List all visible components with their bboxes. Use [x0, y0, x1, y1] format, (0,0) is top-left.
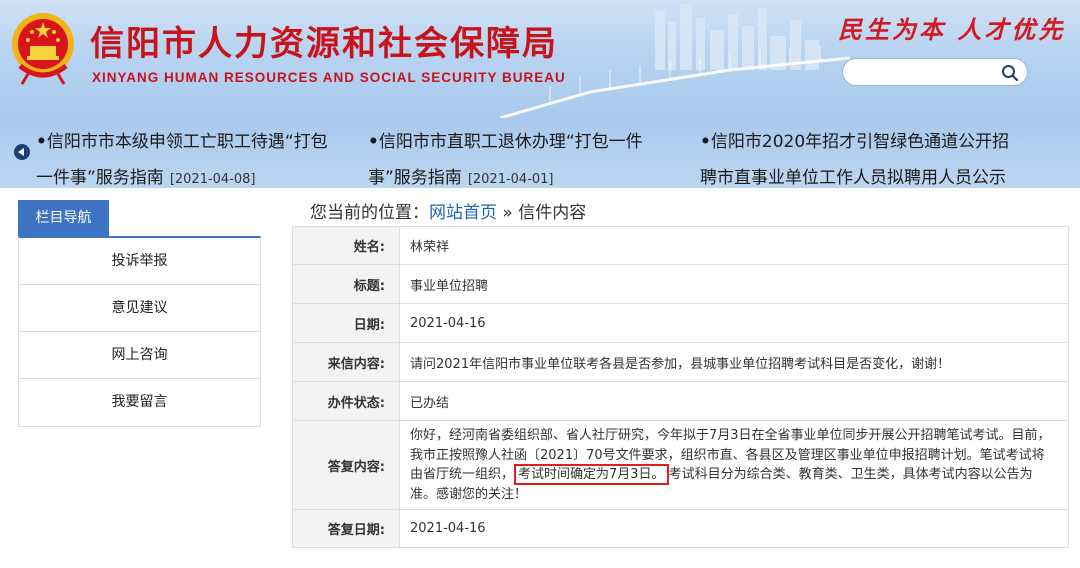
sidebar-item-online-consult[interactable]: 网上咨询	[19, 332, 260, 379]
ticker-prev-icon[interactable]	[14, 144, 30, 160]
news-title-cont: 聘市直事业单位工作人员拟聘用人员公示	[700, 168, 1006, 188]
date-value: 2021-04-16	[399, 303, 1069, 343]
breadcrumb-separator: »	[497, 203, 519, 223]
subject-value: 事业单位招聘	[399, 264, 1069, 304]
breadcrumb-prefix: 您当前的位置：	[310, 203, 429, 223]
site-title: 信阳市人力资源和社会保障局	[90, 24, 558, 64]
name-value: 林荣祥	[399, 226, 1069, 265]
news-title: 信阳市2020年招才引智绿色通道公开招	[710, 132, 1010, 152]
search-input[interactable]	[855, 63, 995, 81]
date-label: 日期:	[292, 303, 400, 343]
table-row: 办件状态: 已办结	[292, 381, 1069, 421]
name-label: 姓名:	[292, 226, 400, 265]
sidebar-nav: 栏目导航 投诉举报 意见建议 网上咨询 我要留言	[18, 200, 261, 427]
letter-detail-table: 姓名: 林荣祥 标题: 事业单位招聘 日期: 2021-04-16 来信内容: …	[292, 226, 1069, 548]
news-item[interactable]: •信阳市市本级申领工亡职工待遇“打包 一件事”服务指南 [2021-04-08]	[36, 124, 328, 198]
news-item[interactable]: •信阳市市直职工退休办理“打包一件 事”服务指南 [2021-04-01]	[368, 124, 643, 198]
subject-label: 标题:	[292, 264, 400, 304]
content-value: 请问2021年信阳市事业单位联考各县是否参加，县城事业单位招聘考试科目是否变化，…	[399, 342, 1069, 382]
news-item[interactable]: •信阳市2020年招才引智绿色通道公开招 聘市直事业单位工作人员拟聘用人员公示	[700, 124, 1009, 196]
status-label: 办件状态:	[292, 381, 400, 421]
table-row: 标题: 事业单位招聘	[292, 264, 1069, 304]
reply-value: 你好，经河南省委组织部、省人社厅研究，今年拟于7月3日在全省事业单位同步开展公开…	[399, 420, 1069, 510]
news-title: 信阳市市直职工退休办理“打包一件	[378, 132, 643, 152]
news-ticker: •信阳市市本级申领工亡职工待遇“打包 一件事”服务指南 [2021-04-08] …	[0, 118, 1080, 188]
site-subtitle: XINYANG HUMAN RESOURCES AND SOCIAL SECUR…	[92, 70, 566, 85]
news-date: [2021-04-08]	[169, 172, 256, 187]
table-row: 来信内容: 请问2021年信阳市事业单位联考各县是否参加，县城事业单位招聘考试科…	[292, 342, 1069, 382]
table-row: 日期: 2021-04-16	[292, 303, 1069, 343]
news-title: 信阳市市本级申领工亡职工待遇“打包	[46, 132, 328, 152]
sidebar-item-leave-message[interactable]: 我要留言	[19, 379, 260, 426]
nav-list: 投诉举报 意见建议 网上咨询 我要留言	[18, 236, 261, 427]
status-value: 已办结	[399, 381, 1069, 421]
national-emblem-icon	[12, 13, 74, 85]
breadcrumb-home-link[interactable]: 网站首页	[429, 203, 497, 223]
slogan: 民生为本 人才优先	[838, 15, 1066, 44]
sidebar-item-complaint[interactable]: 投诉举报	[19, 238, 260, 285]
news-date: [2021-04-01]	[467, 172, 554, 187]
news-title-cont: 一件事”服务指南	[36, 168, 164, 188]
breadcrumb: 您当前的位置：网站首页 » 信件内容	[310, 198, 586, 223]
news-title-cont: 事”服务指南	[368, 168, 462, 188]
table-row: 答复日期: 2021-04-16	[292, 509, 1069, 548]
search-box	[842, 58, 1028, 86]
table-row: 姓名: 林荣祥	[292, 226, 1069, 265]
reply-highlight: 考试时间确定为7月3日。	[514, 464, 669, 485]
content-label: 来信内容:	[292, 342, 400, 382]
reply-label: 答复内容:	[292, 420, 400, 510]
search-icon[interactable]	[1001, 64, 1019, 82]
nav-heading: 栏目导航	[18, 200, 109, 236]
site-header: 信阳市人力资源和社会保障局 XINYANG HUMAN RESOURCES AN…	[0, 0, 1080, 118]
table-row: 答复内容: 你好，经河南省委组织部、省人社厅研究，今年拟于7月3日在全省事业单位…	[292, 420, 1069, 510]
reply-date-value: 2021-04-16	[399, 509, 1069, 548]
sidebar-item-suggestion[interactable]: 意见建议	[19, 285, 260, 332]
breadcrumb-current: 信件内容	[518, 203, 587, 223]
reply-date-label: 答复日期:	[292, 509, 400, 548]
